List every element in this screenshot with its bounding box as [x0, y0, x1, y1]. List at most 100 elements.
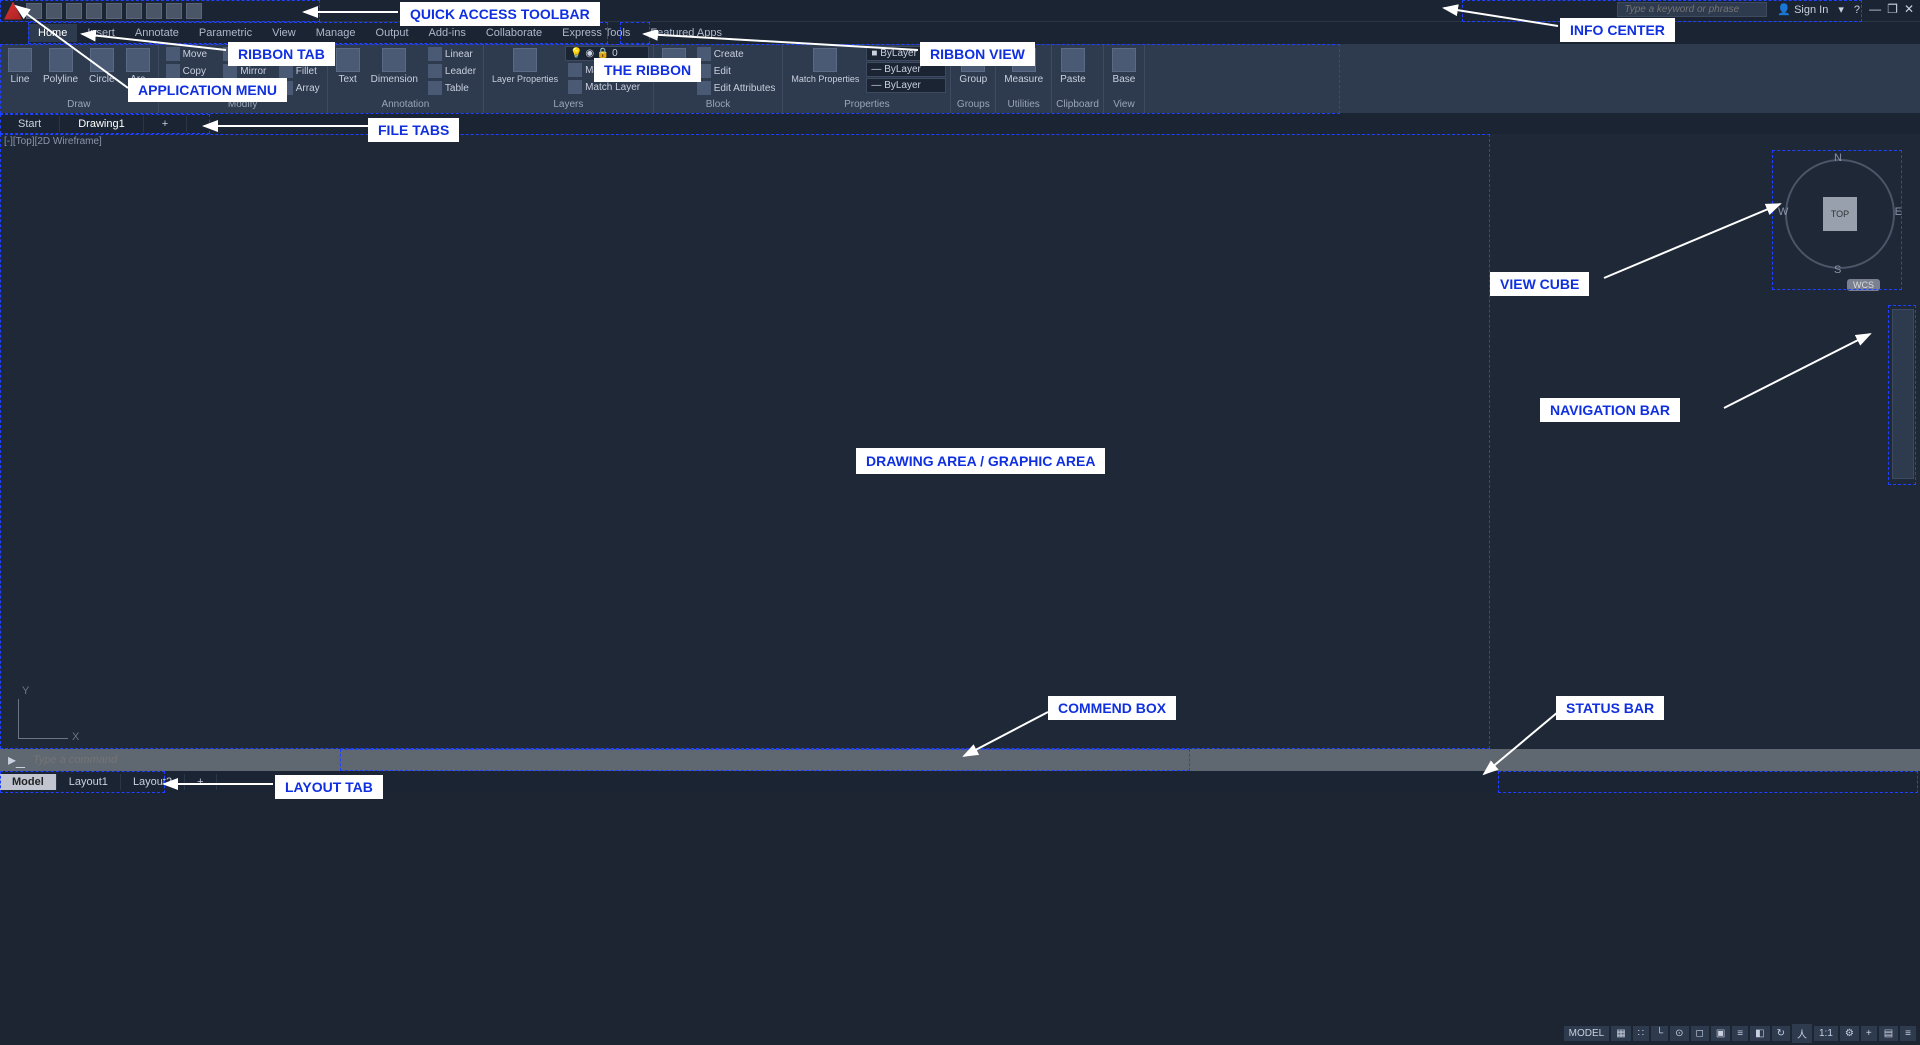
base-icon	[1112, 48, 1136, 72]
base-button[interactable]: Base	[1108, 46, 1140, 87]
tab-output[interactable]: Output	[366, 24, 419, 42]
qat-redo-icon[interactable]	[166, 3, 182, 19]
navigation-bar[interactable]	[1892, 309, 1914, 479]
qat-print-icon[interactable]	[126, 3, 142, 19]
file-tab-start[interactable]: Start	[0, 116, 60, 132]
layer-properties-button[interactable]: Layer Properties	[488, 46, 562, 86]
status-gear-icon[interactable]: ⚙	[1840, 1026, 1859, 1041]
label-ribbon-tab: RIBBON TAB	[228, 42, 335, 66]
file-tab-drawing1[interactable]: Drawing1	[60, 116, 143, 132]
status-model[interactable]: MODEL	[1564, 1026, 1610, 1041]
qat-new-icon[interactable]	[26, 3, 42, 19]
tab-insert[interactable]: Insert	[77, 24, 125, 42]
layout-tab-model[interactable]: Model	[0, 774, 57, 790]
status-3d-icon[interactable]: ▣	[1711, 1026, 1730, 1041]
edit-block-button[interactable]: Edit	[694, 63, 779, 79]
qat-saveas-icon[interactable]	[86, 3, 102, 19]
copy-icon	[166, 64, 180, 78]
qat-share-icon[interactable]	[186, 3, 202, 19]
viewcube-face[interactable]: TOP	[1823, 197, 1857, 231]
command-icon: ▸_	[8, 750, 25, 770]
tab-annotate[interactable]: Annotate	[125, 24, 189, 42]
minimize-button[interactable]: —	[1869, 2, 1881, 16]
make-current-icon	[568, 63, 582, 77]
tab-featured[interactable]: Featured Apps	[640, 24, 732, 42]
tab-manage[interactable]: Manage	[306, 24, 366, 42]
layout-tab-layout2[interactable]: Layout2	[121, 774, 185, 790]
paste-button[interactable]: Paste	[1056, 46, 1090, 87]
move-button[interactable]: Move	[163, 46, 218, 62]
table-button[interactable]: Table	[425, 80, 479, 96]
viewcube-s[interactable]: S	[1834, 264, 1841, 276]
panel-annotation-title: Annotation	[332, 99, 479, 111]
search-input[interactable]	[1617, 2, 1767, 17]
status-polar-icon[interactable]: ⊙	[1670, 1026, 1688, 1041]
wcs-badge[interactable]: WCS	[1847, 279, 1880, 291]
tab-view[interactable]: View	[262, 24, 306, 42]
viewcube-w[interactable]: W	[1778, 206, 1788, 218]
circle-button[interactable]: Circle	[85, 46, 119, 87]
leader-button[interactable]: Leader	[425, 63, 479, 79]
status-lwt-icon[interactable]: ≡	[1732, 1026, 1748, 1041]
polyline-icon	[49, 48, 73, 72]
info-center: 👤 Sign In ▾ ?	[1617, 2, 1860, 17]
command-input[interactable]	[33, 754, 1912, 766]
text-button[interactable]: Text	[332, 46, 364, 87]
label-ribbon-view: RIBBON VIEW	[920, 42, 1035, 66]
viewcube-n[interactable]: N	[1834, 152, 1842, 164]
status-osnap-icon[interactable]: ◻	[1691, 1026, 1709, 1041]
status-grid-icon[interactable]: ▦	[1611, 1026, 1630, 1041]
maximize-button[interactable]: ❐	[1887, 2, 1898, 16]
match-properties-button[interactable]: Match Properties	[787, 46, 863, 86]
linear-button[interactable]: Linear	[425, 46, 479, 62]
qat-undo-icon[interactable]	[146, 3, 162, 19]
viewcube-e[interactable]: E	[1895, 206, 1902, 218]
qat-open-icon[interactable]	[46, 3, 62, 19]
close-button[interactable]: ✕	[1904, 2, 1914, 16]
signin-button[interactable]: 👤 Sign In	[1777, 3, 1828, 16]
status-iso-icon[interactable]: ▤	[1879, 1026, 1898, 1041]
view-cube[interactable]: TOP N S E W	[1780, 154, 1900, 274]
label-ribbon: THE RIBBON	[594, 58, 701, 82]
label-app-menu: APPLICATION MENU	[128, 78, 287, 102]
panel-utilities-title: Utilities	[1000, 99, 1047, 111]
tab-home[interactable]: Home	[28, 24, 77, 42]
tab-collaborate[interactable]: Collaborate	[476, 24, 552, 42]
tab-parametric[interactable]: Parametric	[189, 24, 262, 42]
match-prop-icon	[813, 48, 837, 72]
dimension-icon	[382, 48, 406, 72]
status-anno-icon[interactable]: 人	[1792, 1024, 1812, 1043]
create-block-button[interactable]: Create	[694, 46, 779, 62]
ucs-icon: Y X	[18, 689, 78, 739]
drawing-area[interactable]: [-][Top][2D Wireframe] TOP N S E W WCS Y…	[0, 134, 1920, 749]
help-icon[interactable]: ▾	[1838, 3, 1844, 16]
status-menu-icon[interactable]: ≡	[1900, 1026, 1916, 1041]
status-snap-icon[interactable]: ∷	[1633, 1026, 1649, 1041]
help-icon[interactable]: ?	[1854, 4, 1860, 16]
line-button[interactable]: Line	[4, 46, 36, 87]
status-ortho-icon[interactable]: └	[1651, 1026, 1668, 1041]
file-tab-new[interactable]: +	[144, 116, 187, 132]
layout-tab-add[interactable]: +	[185, 774, 216, 790]
file-tab-bar: Start Drawing1 +	[0, 114, 1920, 134]
linetype-dropdown[interactable]: — ByLayer	[866, 78, 946, 93]
tab-addins[interactable]: Add-ins	[419, 24, 476, 42]
status-scale[interactable]: 1:1	[1814, 1026, 1838, 1041]
app-logo-icon[interactable]	[4, 2, 22, 20]
viewport-label[interactable]: [-][Top][2D Wireframe]	[4, 136, 102, 147]
edit-attr-button[interactable]: Edit Attributes	[694, 80, 779, 96]
qat-plot-icon[interactable]	[106, 3, 122, 19]
move-icon	[166, 47, 180, 61]
layout-tab-layout1[interactable]: Layout1	[57, 774, 121, 790]
circle-icon	[90, 48, 114, 72]
command-line[interactable]: ▸_	[0, 749, 1920, 771]
status-plus-icon[interactable]: +	[1861, 1026, 1877, 1041]
copy-button[interactable]: Copy	[163, 63, 218, 79]
panel-view: Base View	[1104, 44, 1145, 113]
qat-save-icon[interactable]	[66, 3, 82, 19]
tab-express[interactable]: Express Tools	[552, 24, 640, 42]
dimension-button[interactable]: Dimension	[367, 46, 422, 87]
polyline-button[interactable]: Polyline	[39, 46, 82, 87]
status-cycle-icon[interactable]: ↻	[1772, 1026, 1790, 1041]
status-transparency-icon[interactable]: ◧	[1750, 1026, 1769, 1041]
